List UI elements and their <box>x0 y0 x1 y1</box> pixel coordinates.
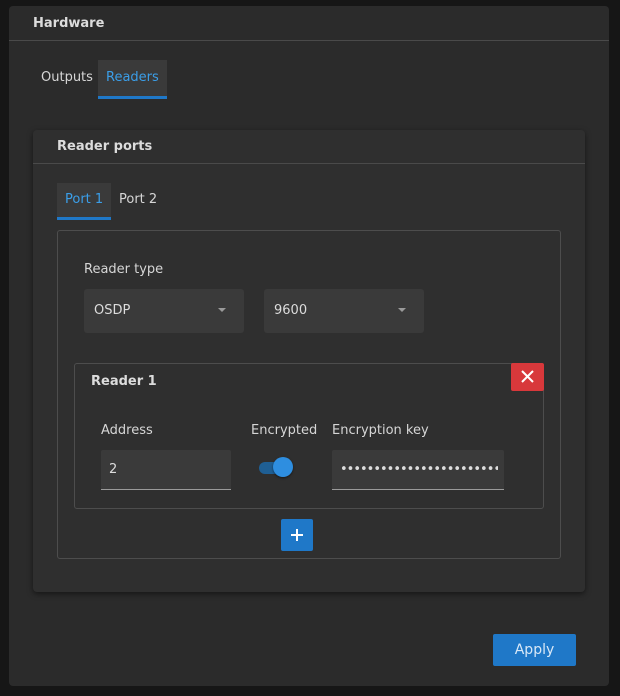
encrypted-label: Encrypted <box>251 423 318 438</box>
close-icon <box>521 370 534 383</box>
reader-type-select[interactable]: OSDP <box>84 289 244 333</box>
apply-button[interactable]: Apply <box>493 634 576 666</box>
add-reader-button[interactable] <box>281 519 313 551</box>
address-value: 2 <box>109 462 118 477</box>
baud-rate-value: 9600 <box>274 303 308 318</box>
reader-ports-card: Reader ports Port 1 Port 2 Reader type O… <box>33 130 585 592</box>
address-input[interactable]: 2 <box>101 450 231 490</box>
toggle-thumb <box>273 457 293 477</box>
tab-port-1[interactable]: Port 1 <box>57 183 112 220</box>
hardware-card-header: Hardware <box>9 6 609 41</box>
chevron-down-icon <box>398 308 406 312</box>
reader-ports-header: Reader ports <box>33 130 585 164</box>
port-1-panel: Reader type OSDP 9600 Reader 1 Address 2… <box>57 230 561 559</box>
tab-outputs[interactable]: Outputs <box>33 60 101 96</box>
address-label: Address <box>101 423 153 438</box>
encrypted-toggle[interactable] <box>259 457 293 477</box>
encryption-key-value: •••••••••••••••••••••••••••••••... <box>340 462 498 477</box>
hardware-card: Hardware Outputs Readers Reader ports Po… <box>9 6 609 686</box>
reader-1-title: Reader 1 <box>91 374 157 389</box>
reader-type-value: OSDP <box>94 303 131 318</box>
hardware-title: Hardware <box>33 16 105 31</box>
reader-1-card: Reader 1 Address 2 Encrypted Encryption <box>74 363 544 509</box>
chevron-down-icon <box>218 308 226 312</box>
plus-icon <box>291 529 303 541</box>
encryption-key-input[interactable]: •••••••••••••••••••••••••••••••... <box>332 450 504 490</box>
tab-readers[interactable]: Readers <box>98 60 167 99</box>
encryption-key-label: Encryption key <box>332 423 429 438</box>
reader-ports-title: Reader ports <box>57 139 153 154</box>
reader-type-label: Reader type <box>84 262 164 277</box>
baud-rate-select[interactable]: 9600 <box>264 289 424 333</box>
remove-reader-button[interactable] <box>511 363 544 391</box>
tab-port-2[interactable]: Port 2 <box>111 183 165 217</box>
